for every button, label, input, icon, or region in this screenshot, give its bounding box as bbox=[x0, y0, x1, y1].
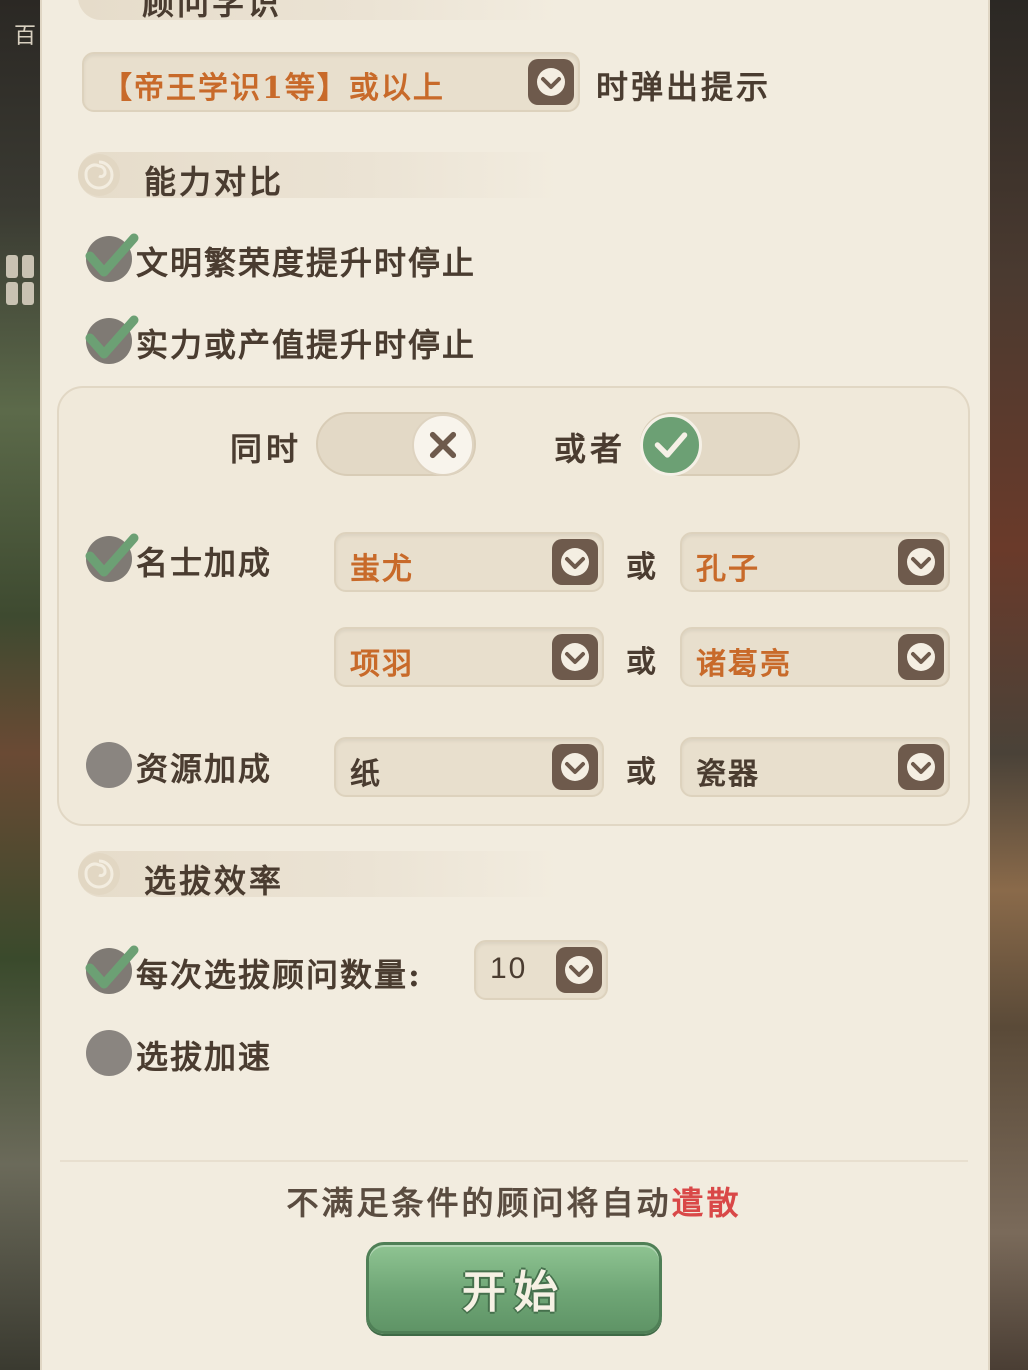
notice-highlight: 遣散 bbox=[671, 1184, 742, 1222]
checkmark-icon bbox=[85, 233, 139, 282]
celebrity-dropdown-1[interactable]: 蚩尤 bbox=[334, 532, 604, 592]
chevron-down-icon bbox=[552, 539, 598, 585]
celebrity-bonus-label: 名士加成 bbox=[136, 544, 273, 582]
dropdown-value: 蚩尤 bbox=[350, 552, 414, 587]
celebrity-dropdown-2[interactable]: 孔子 bbox=[680, 532, 950, 592]
prosperity-stop-label: 文明繁荣度提升时停止 bbox=[136, 244, 477, 282]
background-glyph: 百 bbox=[14, 24, 37, 49]
checkmark-icon bbox=[85, 533, 139, 582]
dismiss-notice: 不满足条件的顾问将自动遣散 bbox=[0, 1178, 1028, 1224]
chevron-down-icon bbox=[528, 59, 574, 105]
celebrity-dropdown-4[interactable]: 诸葛亮 bbox=[680, 627, 950, 687]
and-mode-toggle[interactable] bbox=[316, 412, 476, 476]
dropdown-value: 孔子 bbox=[696, 552, 760, 587]
or-text: 或 bbox=[626, 550, 656, 585]
notice-text: 不满足条件的顾问将自动 bbox=[286, 1184, 672, 1222]
dropdown-value: 【帝王学识1等】或以上 bbox=[102, 71, 445, 106]
strength-stop-label: 实力或产值提升时停止 bbox=[136, 326, 477, 364]
resource-bonus-label: 资源加成 bbox=[136, 750, 273, 788]
start-button[interactable]: 开始 bbox=[366, 1242, 662, 1334]
advisor-count-label: 每次选拔顾问数量: bbox=[136, 956, 422, 994]
background-scene-right bbox=[984, 0, 1028, 1370]
and-mode-label: 同时 bbox=[230, 430, 303, 468]
unchecked-circle-icon bbox=[86, 742, 132, 788]
section-title-ability-compare: 能力对比 bbox=[144, 163, 285, 201]
check-icon bbox=[640, 414, 702, 476]
dropdown-value: 诸葛亮 bbox=[696, 647, 792, 682]
close-icon bbox=[412, 414, 474, 476]
chevron-down-icon bbox=[898, 634, 944, 680]
speedup-label: 选拔加速 bbox=[136, 1038, 273, 1076]
dropdown-value: 项羽 bbox=[350, 647, 414, 682]
section-title-selection-efficiency: 选拔效率 bbox=[144, 862, 285, 900]
swirl-icon bbox=[78, 853, 120, 895]
dropdown-value: 10 bbox=[490, 952, 528, 985]
prompt-suffix-text: 时弹出提示 bbox=[596, 68, 772, 106]
dropdown-value: 瓷器 bbox=[696, 757, 760, 792]
chevron-down-icon bbox=[898, 539, 944, 585]
divider bbox=[60, 1160, 968, 1162]
background-scene-left: 百 bbox=[0, 0, 44, 1370]
chevron-down-icon bbox=[898, 744, 944, 790]
unchecked-circle-icon bbox=[86, 1030, 132, 1076]
checkmark-icon bbox=[85, 945, 139, 994]
start-button-label: 开始 bbox=[462, 1267, 566, 1318]
chevron-down-icon bbox=[556, 947, 602, 993]
or-text: 或 bbox=[626, 645, 656, 680]
or-mode-toggle[interactable] bbox=[640, 412, 800, 476]
section-header-ability-compare: 能力对比 bbox=[78, 152, 558, 201]
dropdown-value: 纸 bbox=[350, 757, 382, 792]
resource-dropdown-2[interactable]: 瓷器 bbox=[680, 737, 950, 797]
or-mode-label: 或者 bbox=[554, 430, 627, 468]
swirl-icon bbox=[78, 154, 120, 196]
resource-dropdown-1[interactable]: 纸 bbox=[334, 737, 604, 797]
section-title-advisor-knowledge: 顾问学识 bbox=[142, 0, 283, 22]
background-menu-icon bbox=[6, 255, 34, 305]
knowledge-threshold-dropdown[interactable]: 【帝王学识1等】或以上 bbox=[82, 52, 580, 112]
checkmark-icon bbox=[85, 315, 139, 364]
celebrity-dropdown-3[interactable]: 项羽 bbox=[334, 627, 604, 687]
chevron-down-icon bbox=[552, 744, 598, 790]
section-header-selection-efficiency: 选拔效率 bbox=[78, 851, 558, 900]
or-text: 或 bbox=[626, 755, 656, 790]
advisor-count-dropdown[interactable]: 10 bbox=[474, 940, 608, 1000]
chevron-down-icon bbox=[552, 634, 598, 680]
